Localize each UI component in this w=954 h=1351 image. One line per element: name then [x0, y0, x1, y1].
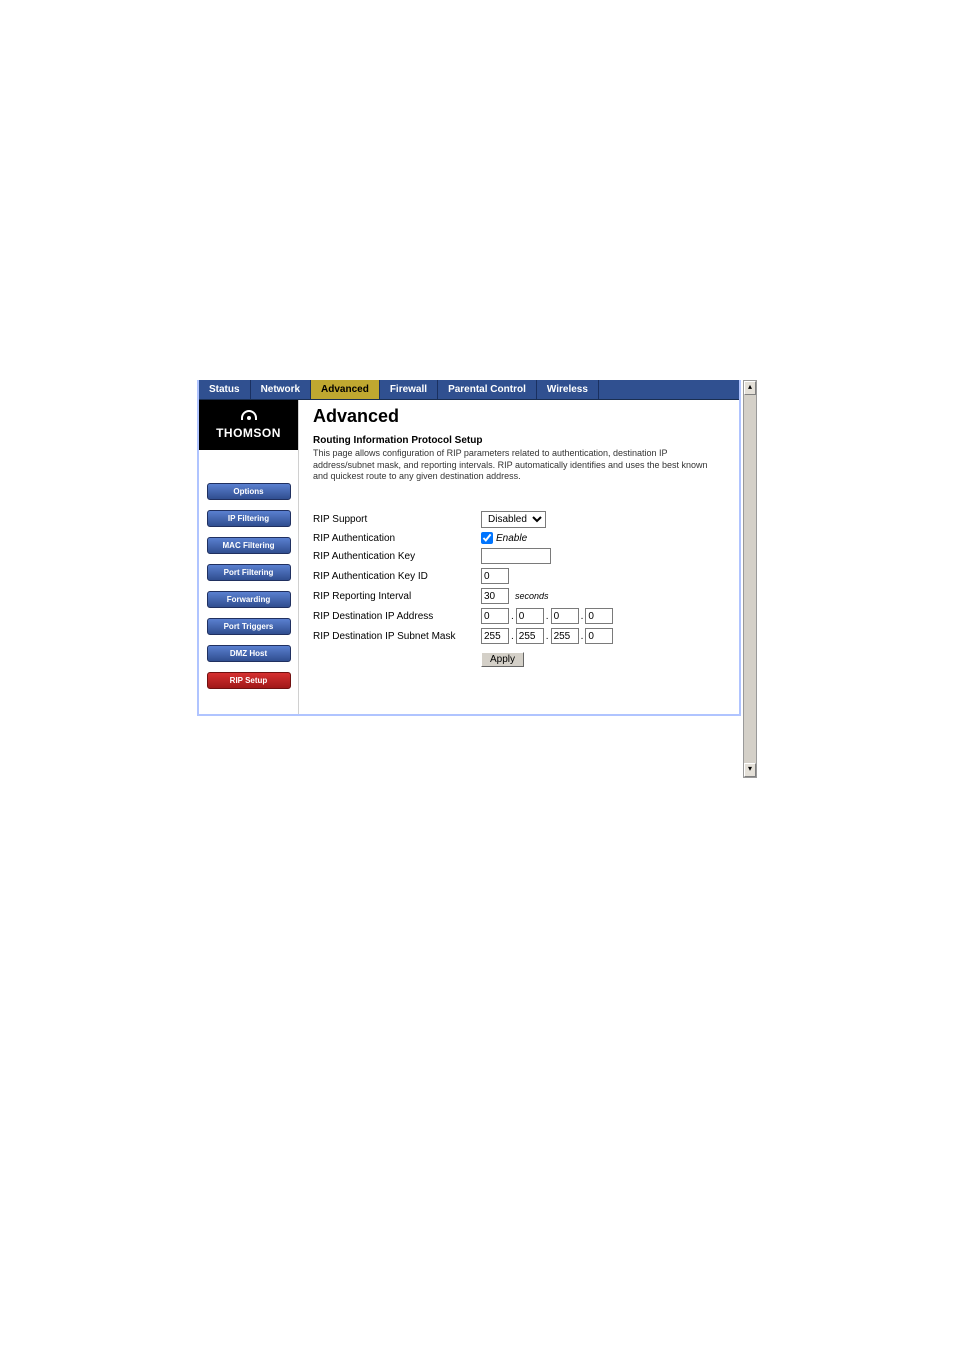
- rip-auth-enable-label: Enable: [496, 533, 527, 544]
- vertical-scrollbar[interactable]: ▴ ▾: [743, 380, 757, 778]
- rip-dest-mask-octet-4[interactable]: [585, 628, 613, 644]
- rip-dest-ip-octet-2[interactable]: [516, 608, 544, 624]
- app-frame: Status Network Advanced Firewall Parenta…: [197, 380, 741, 716]
- sidebar-item-forwarding[interactable]: Forwarding: [207, 591, 291, 608]
- rip-dest-mask-octet-1[interactable]: [481, 628, 509, 644]
- rip-interval-label: RIP Reporting Interval: [313, 591, 481, 602]
- rip-dest-ip-label: RIP Destination IP Address: [313, 611, 481, 622]
- rip-interval-units: seconds: [509, 591, 549, 601]
- rip-auth-key-label: RIP Authentication Key: [313, 551, 481, 562]
- section-title: Routing Information Protocol Setup: [313, 435, 725, 446]
- rip-form: RIP Support Disabled RIP Authentication …: [313, 511, 725, 667]
- tab-parental-control[interactable]: Parental Control: [438, 380, 537, 399]
- rip-auth-keyid-input[interactable]: [481, 568, 509, 584]
- rip-auth-enable-checkbox[interactable]: [481, 532, 493, 544]
- sidebar-item-options[interactable]: Options: [207, 483, 291, 500]
- scroll-down-button[interactable]: ▾: [744, 763, 756, 777]
- sidebar-item-mac-filtering[interactable]: MAC Filtering: [207, 537, 291, 554]
- rip-dest-mask-octet-3[interactable]: [551, 628, 579, 644]
- rip-dest-mask-label: RIP Destination IP Subnet Mask: [313, 631, 481, 642]
- tab-firewall[interactable]: Firewall: [380, 380, 438, 399]
- brand-block: THOMSON: [199, 400, 298, 450]
- rip-auth-key-input[interactable]: [481, 548, 551, 564]
- rip-dest-mask-octet-2[interactable]: [516, 628, 544, 644]
- sidebar-item-rip-setup[interactable]: RIP Setup: [207, 672, 291, 689]
- sidebar-item-port-triggers[interactable]: Port Triggers: [207, 618, 291, 635]
- rip-dest-ip-octet-4[interactable]: [585, 608, 613, 624]
- brand-name: THOMSON: [203, 426, 294, 440]
- tab-network[interactable]: Network: [251, 380, 311, 399]
- apply-button[interactable]: Apply: [481, 652, 524, 667]
- sidebar: THOMSON Options IP Filtering MAC Filteri…: [199, 400, 299, 714]
- rip-dest-ip-octet-1[interactable]: [481, 608, 509, 624]
- section-description: This page allows configuration of RIP pa…: [313, 448, 725, 483]
- page-title: Advanced: [313, 406, 725, 427]
- sidebar-item-dmz-host[interactable]: DMZ Host: [207, 645, 291, 662]
- rip-interval-input[interactable]: [481, 588, 509, 604]
- tab-status[interactable]: Status: [199, 380, 251, 399]
- rip-dest-ip-octet-3[interactable]: [551, 608, 579, 624]
- tab-wireless[interactable]: Wireless: [537, 380, 599, 399]
- rip-auth-keyid-label: RIP Authentication Key ID: [313, 571, 481, 582]
- main-content: Advanced Routing Information Protocol Se…: [299, 400, 739, 714]
- brand-logo-icon: [203, 408, 294, 426]
- sidebar-item-port-filtering[interactable]: Port Filtering: [207, 564, 291, 581]
- tab-advanced[interactable]: Advanced: [311, 380, 380, 399]
- scroll-up-button[interactable]: ▴: [744, 381, 756, 395]
- rip-auth-label: RIP Authentication: [313, 533, 481, 544]
- rip-support-select[interactable]: Disabled: [481, 511, 546, 528]
- sidebar-item-ip-filtering[interactable]: IP Filtering: [207, 510, 291, 527]
- top-tabs: Status Network Advanced Firewall Parenta…: [199, 380, 739, 400]
- rip-support-label: RIP Support: [313, 514, 481, 525]
